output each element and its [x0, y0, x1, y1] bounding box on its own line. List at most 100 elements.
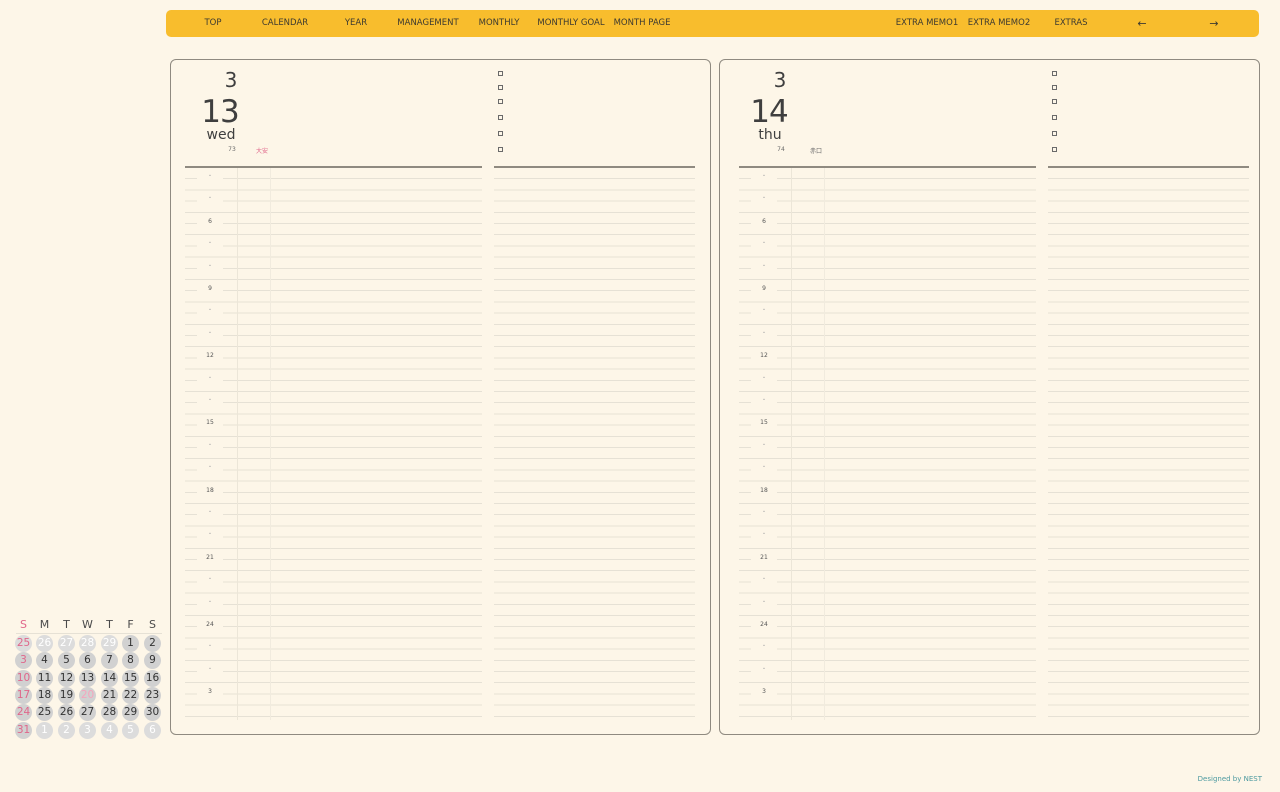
- next-arrow-icon[interactable]: →: [1209, 10, 1218, 37]
- nav-management[interactable]: MANAGEMENT: [397, 10, 458, 37]
- todo-checkbox[interactable]: [498, 85, 503, 90]
- hour-dot: ・: [751, 576, 777, 585]
- calendar-day[interactable]: 20: [79, 686, 96, 704]
- hour-dot: ・: [197, 441, 223, 450]
- hour-dot: ・: [197, 531, 223, 540]
- calendar-day[interactable]: 27: [79, 704, 96, 722]
- calendar-day[interactable]: 4: [101, 721, 118, 739]
- page-day: 13: [201, 94, 239, 130]
- calendar-day[interactable]: 2: [144, 635, 161, 652]
- day-page-right: 3 14 thu 74 赤口 ・・ 6 ・・ 9 ・・ 12 ・・ 15 ・・ 18 ・・ 21 ・・ 2…: [719, 59, 1260, 735]
- calendar-day[interactable]: 6: [144, 721, 161, 739]
- hour-dot: ・: [751, 464, 777, 473]
- top-navigation-bar: TOP CALENDAR YEAR MANAGEMENT MONTHLY MON…: [166, 10, 1259, 37]
- todo-checkbox[interactable]: [1052, 85, 1057, 90]
- hour-dot: ・: [751, 397, 777, 405]
- calendar-weekday-header: S: [149, 618, 156, 631]
- calendar-day[interactable]: 10: [15, 669, 32, 687]
- hour-label: 9: [197, 285, 223, 293]
- nav-calendar[interactable]: CALENDAR: [262, 10, 308, 37]
- calendar-day[interactable]: 22: [122, 686, 139, 704]
- nav-monthly[interactable]: MONTHLY: [479, 10, 520, 37]
- calendar-day[interactable]: 27: [58, 635, 75, 652]
- todo-checkbox[interactable]: [498, 71, 503, 76]
- todo-checkbox[interactable]: [1052, 99, 1057, 104]
- todo-checkbox[interactable]: [498, 147, 503, 152]
- calendar-day[interactable]: 25: [36, 704, 53, 722]
- hour-dot: ・: [751, 262, 777, 271]
- calendar-day[interactable]: 29: [101, 635, 118, 652]
- calendar-day[interactable]: 9: [144, 652, 161, 670]
- calendar-day[interactable]: 25: [15, 635, 32, 652]
- page-weekday: wed: [206, 127, 236, 143]
- rokuyo-label: 赤口: [810, 148, 823, 155]
- nav-extra-memo2[interactable]: EXTRA MEMO2: [968, 10, 1030, 37]
- hour-dot: ・: [197, 307, 223, 316]
- day-of-year: 74: [777, 146, 785, 153]
- todo-checkbox[interactable]: [1052, 71, 1057, 76]
- nav-monthly-goal[interactable]: MONTHLY GOAL: [537, 10, 604, 37]
- calendar-day[interactable]: 4: [36, 652, 53, 670]
- todo-checkbox[interactable]: [498, 99, 503, 104]
- calendar-day[interactable]: 30: [144, 704, 161, 722]
- calendar-day[interactable]: 7: [101, 652, 118, 670]
- schedule-area[interactable]: ・・ 6 ・・ 9 ・・ 12 ・・ 15 ・・ 18 ・・ 21 ・・ 24 ・・ 3: [739, 168, 1036, 720]
- hour-dot: ・: [197, 374, 223, 383]
- calendar-day[interactable]: 31: [15, 721, 32, 739]
- hour-dot: ・: [751, 374, 777, 383]
- hour-dot: ・: [197, 665, 223, 674]
- calendar-day[interactable]: 26: [58, 704, 75, 722]
- calendar-day[interactable]: 21: [101, 686, 118, 704]
- calendar-day[interactable]: 24: [15, 704, 32, 722]
- calendar-day[interactable]: 29: [122, 704, 139, 722]
- nav-month-page[interactable]: MONTH PAGE: [614, 10, 671, 37]
- nav-extras[interactable]: EXTRAS: [1054, 10, 1087, 37]
- todo-checkbox[interactable]: [498, 131, 503, 136]
- hour-label: 24: [751, 621, 777, 629]
- prev-arrow-icon[interactable]: ←: [1137, 10, 1146, 37]
- hour-dot: ・: [751, 441, 777, 450]
- nav-year[interactable]: YEAR: [345, 10, 367, 37]
- calendar-day[interactable]: 11: [36, 669, 53, 687]
- calendar-day[interactable]: 13: [79, 669, 96, 687]
- calendar-weekday-header: W: [82, 618, 93, 631]
- calendar-day[interactable]: 1: [36, 721, 53, 739]
- calendar-day[interactable]: 6: [79, 652, 96, 670]
- calendar-day[interactable]: 16: [144, 669, 161, 687]
- calendar-day[interactable]: 28: [79, 635, 96, 652]
- calendar-day[interactable]: 8: [122, 652, 139, 670]
- calendar-day[interactable]: 15: [122, 669, 139, 687]
- todo-checkbox[interactable]: [498, 115, 503, 120]
- hour-label: 15: [197, 419, 223, 428]
- calendar-day[interactable]: 12: [58, 669, 75, 687]
- hour-dot: ・: [197, 464, 223, 473]
- hour-dot: ・: [751, 531, 777, 540]
- nav-top[interactable]: TOP: [204, 10, 221, 37]
- calendar-day[interactable]: 1: [122, 635, 139, 652]
- hour-label: 18: [751, 486, 777, 495]
- calendar-day[interactable]: 5: [58, 652, 75, 670]
- calendar-day[interactable]: 28: [101, 704, 118, 722]
- calendar-day[interactable]: 2: [58, 721, 75, 739]
- notes-area[interactable]: [494, 168, 695, 720]
- calendar-day[interactable]: 17: [15, 686, 32, 704]
- calendar-weekday-header: M: [39, 618, 50, 631]
- calendar-day[interactable]: 3: [15, 652, 32, 670]
- calendar-day[interactable]: 3: [79, 721, 96, 739]
- calendar-day[interactable]: 19: [58, 686, 75, 704]
- mini-calendar: S M T W T F S 25 26 27 28 29 1 2 3 4 5 6 7 8 9 10 11 12 13 14 15 16…: [14, 618, 164, 742]
- notes-area[interactable]: [1048, 168, 1249, 720]
- calendar-day[interactable]: 18: [36, 686, 53, 704]
- calendar-day[interactable]: 14: [101, 669, 118, 687]
- calendar-day[interactable]: 23: [144, 686, 161, 704]
- hour-label: 3: [197, 688, 223, 697]
- todo-checkbox[interactable]: [1052, 131, 1057, 136]
- calendar-day[interactable]: 26: [36, 635, 53, 652]
- page-month: 3: [773, 68, 787, 92]
- hour-label: 6: [751, 217, 777, 226]
- todo-checkbox[interactable]: [1052, 147, 1057, 152]
- schedule-area[interactable]: ・・ 6 ・・ 9 ・・ 12 ・・ 15 ・・ 18 ・・ 21 ・・ 24 ・・ 3: [185, 168, 482, 720]
- nav-extra-memo1[interactable]: EXTRA MEMO1: [896, 10, 958, 37]
- calendar-day[interactable]: 5: [122, 721, 139, 739]
- todo-checkbox[interactable]: [1052, 115, 1057, 120]
